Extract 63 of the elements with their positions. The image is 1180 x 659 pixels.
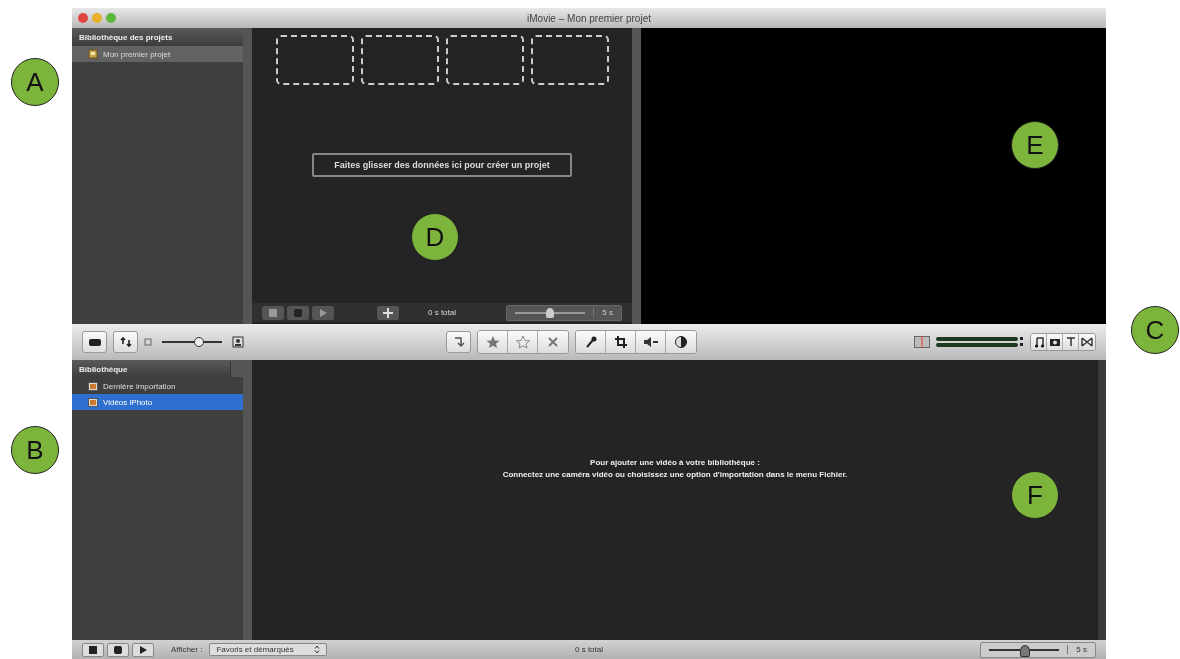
- zoom-reading: 5 s: [1067, 645, 1095, 654]
- project-item[interactable]: Mon premier projet: [72, 46, 243, 62]
- transition-icon: [1081, 337, 1093, 347]
- music-note-icon: [1033, 336, 1044, 348]
- window-title: iMovie – Mon premier projet: [527, 12, 651, 24]
- play-button[interactable]: [132, 642, 154, 657]
- favorite-button[interactable]: [478, 331, 508, 353]
- show-label: Afficher :: [171, 645, 203, 654]
- swap-button[interactable]: [113, 331, 138, 353]
- star-icon: [485, 335, 500, 349]
- close-button[interactable]: [78, 13, 88, 23]
- unmark-button[interactable]: [508, 331, 538, 353]
- speaker-icon: [642, 336, 659, 348]
- crop-button[interactable]: [606, 331, 636, 353]
- add-project-button[interactable]: [377, 305, 399, 320]
- square-icon: [267, 307, 279, 318]
- event-item[interactable]: Dernière importation: [72, 378, 243, 394]
- color-button[interactable]: [666, 331, 696, 353]
- contrast-icon: [674, 335, 688, 349]
- crop-icon: [613, 335, 628, 349]
- callout-label: C: [1131, 306, 1179, 354]
- title-t-icon: [1065, 337, 1076, 347]
- play-fullscreen-button[interactable]: [107, 642, 129, 657]
- screen-icon: [292, 307, 304, 318]
- empty-library-title: Pour ajouter une vidéo à votre bibliothèque :: [590, 458, 760, 467]
- total-duration: 0 s total: [575, 645, 603, 654]
- camera-button[interactable]: [82, 331, 107, 353]
- swap-arrows-icon: [118, 336, 133, 348]
- filter-dropdown[interactable]: Favoris et démarqués: [209, 643, 327, 656]
- play-icon: [138, 644, 148, 655]
- total-duration: 0 s total: [428, 308, 456, 317]
- project-icon: [88, 49, 98, 59]
- plus-icon: [382, 306, 394, 319]
- microphone-icon: [583, 335, 598, 349]
- small-thumbnail-icon: [144, 338, 152, 346]
- audio-button[interactable]: [636, 331, 666, 353]
- empty-library-instruction: Connectez une caméra vidéo ou choisissez une option d'importation dans le menu Fichier.: [502, 470, 848, 479]
- square-icon: [87, 644, 99, 655]
- drop-hint: Faites glisser des données ici pour créer un projet: [312, 153, 572, 177]
- play-icon: [318, 307, 328, 318]
- scrollbar[interactable]: [1098, 360, 1106, 640]
- scrollbar[interactable]: [632, 28, 641, 324]
- theme-button[interactable]: [82, 642, 104, 657]
- audio-skimming-icon: [914, 336, 930, 348]
- callout-label: A: [11, 58, 59, 106]
- transitions-button[interactable]: [1079, 334, 1095, 350]
- star-outline-icon: [515, 335, 530, 349]
- music-button[interactable]: [1031, 334, 1047, 350]
- reject-button[interactable]: [538, 331, 568, 353]
- screen-icon: [112, 644, 124, 655]
- scrollbar[interactable]: [243, 28, 252, 324]
- zoom-reading: 5 s: [593, 308, 621, 317]
- updown-arrows-icon: [313, 645, 320, 654]
- large-thumbnail-icon: [232, 336, 244, 348]
- titles-button[interactable]: [1063, 334, 1079, 350]
- cross-icon: [547, 336, 559, 348]
- scrollbar[interactable]: [243, 360, 252, 640]
- sidebar-header: Bibliothèque: [79, 364, 128, 374]
- callout-label: B: [11, 426, 59, 474]
- arrow-tool-button[interactable]: [446, 331, 471, 353]
- microphone-button[interactable]: [576, 331, 606, 353]
- photo-button[interactable]: [1047, 334, 1063, 350]
- event-item[interactable]: Vidéos iPhoto: [72, 394, 243, 410]
